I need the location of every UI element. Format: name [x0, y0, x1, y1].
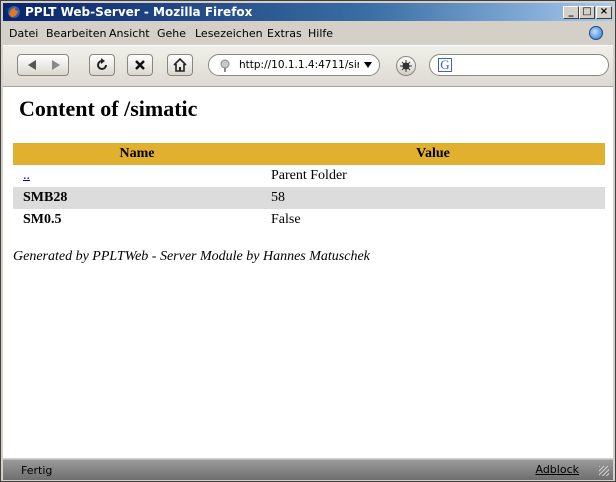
row-name-cell: SMB28	[13, 187, 261, 209]
firefox-icon	[8, 6, 20, 18]
row-name-cell: ..	[13, 165, 261, 187]
stop-button[interactable]	[127, 54, 153, 76]
minimize-button[interactable]: _	[563, 6, 579, 19]
back-forward-group	[17, 54, 69, 76]
menu-extras[interactable]: Extras	[267, 27, 302, 40]
status-bar: Fertig Adblock	[3, 459, 613, 480]
window-title: PPLT Web-Server - Mozilla Firefox	[25, 5, 253, 19]
bug-icon	[400, 60, 412, 72]
directory-table: Name Value .. Parent Folder SMB28 58 SM0…	[13, 143, 605, 231]
site-globe-icon	[220, 59, 230, 72]
reload-button[interactable]	[89, 54, 115, 76]
search-engine-button[interactable]	[396, 56, 416, 76]
table-row: .. Parent Folder	[13, 165, 605, 187]
url-text[interactable]: http://10.1.1.4:4711/sir	[239, 59, 359, 71]
parent-folder-link[interactable]: ..	[23, 168, 30, 183]
column-header-name: Name	[13, 143, 261, 165]
page-content: Content of /simatic Name Value .. Parent…	[3, 87, 613, 458]
table-header-row: Name Value	[13, 143, 605, 165]
row-value-cell: Parent Folder	[271, 168, 347, 183]
menu-ansicht[interactable]: Ansicht	[109, 27, 150, 40]
forward-icon[interactable]	[50, 59, 62, 71]
close-button[interactable]: ×	[596, 6, 612, 19]
url-dropdown-icon[interactable]	[364, 62, 372, 68]
maximize-button[interactable]: □	[579, 6, 595, 19]
table-row: SMB28 58	[13, 187, 605, 209]
menu-gehe[interactable]: Gehe	[157, 27, 186, 40]
status-text: Fertig	[21, 464, 53, 477]
menu-bearbeiten[interactable]: Bearbeiten	[46, 27, 106, 40]
address-bar[interactable]: http://10.1.1.4:4711/sir	[208, 54, 380, 76]
back-icon[interactable]	[26, 59, 38, 71]
menu-lesezeichen[interactable]: Lesezeichen	[195, 27, 263, 40]
row-value-cell: 58	[261, 187, 605, 209]
row-value-cell: False	[271, 212, 301, 227]
table-row: SM0.5 False	[13, 209, 605, 231]
home-button[interactable]	[167, 54, 193, 76]
stop-icon	[135, 60, 145, 70]
row-name-cell: SM0.5	[23, 212, 62, 227]
search-box[interactable]: G	[429, 54, 609, 76]
menu-hilfe[interactable]: Hilfe	[308, 27, 333, 40]
menu-bar: Datei Bearbeiten Ansicht Gehe Lesezeiche…	[3, 23, 613, 43]
resize-grip-icon[interactable]	[599, 466, 609, 476]
generated-by-footer: Generated by PPLTWeb - Server Module by …	[13, 249, 370, 264]
menu-datei[interactable]: Datei	[9, 27, 38, 40]
title-bar: PPLT Web-Server - Mozilla Firefox _ □ ×	[3, 3, 613, 21]
page-title: Content of /simatic	[19, 96, 198, 121]
reload-icon	[97, 58, 107, 70]
column-header-value: Value	[261, 143, 605, 165]
activity-throbber-icon	[589, 26, 603, 40]
adblock-button[interactable]: Adblock	[535, 463, 579, 476]
google-icon[interactable]: G	[438, 58, 452, 72]
home-icon	[173, 58, 187, 72]
navigation-toolbar: http://10.1.1.4:4711/sir G	[3, 45, 613, 87]
browser-window: PPLT Web-Server - Mozilla Firefox _ □ × …	[0, 0, 616, 482]
